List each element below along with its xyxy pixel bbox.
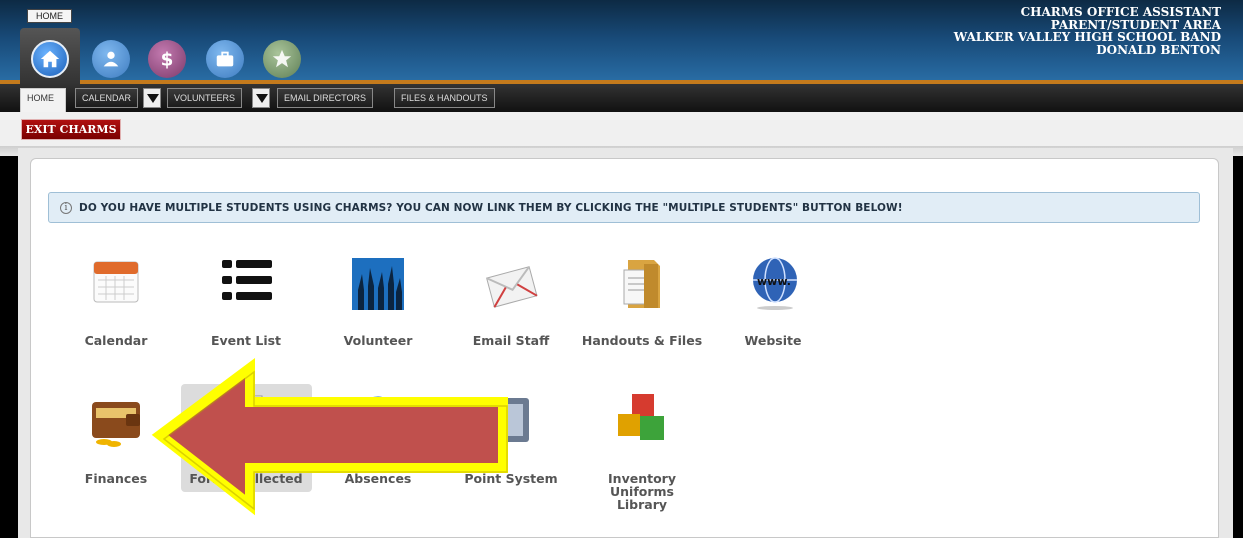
tile-label: Point System xyxy=(464,471,558,486)
tile-label: Absences xyxy=(344,471,412,486)
absences-icon xyxy=(350,392,406,448)
volunteers-dropdown-icon[interactable] xyxy=(252,88,270,108)
header-info-line: CHARMS OFFICE ASSISTANT xyxy=(1020,5,1221,19)
tab-email-directors[interactable]: EMAIL DIRECTORS xyxy=(277,88,374,108)
svg-text:www.: www. xyxy=(757,275,791,288)
tile-absences[interactable]: Absences xyxy=(313,390,443,490)
tile-finances[interactable]: Finances xyxy=(51,390,181,490)
folder-icon xyxy=(614,254,670,310)
tile-website[interactable]: www. Website xyxy=(708,252,838,352)
globe-icon: www. xyxy=(745,254,801,310)
tab-bar: HOME CALENDAR VOLUNTEERS EMAIL DIRECTORS… xyxy=(0,84,1243,112)
tab-files-handouts[interactable]: FILES & HANDOUTS xyxy=(394,88,495,108)
tile-label: Website xyxy=(744,333,802,348)
header-info-line: WALKER VALLEY HIGH SCHOOL BAND xyxy=(953,30,1221,44)
tile-volunteer[interactable]: Volunteer xyxy=(313,252,443,352)
tile-label: Forms Collected xyxy=(189,471,303,486)
list-icon xyxy=(218,252,274,308)
exit-row: EXIT CHARMS xyxy=(0,112,1243,146)
tab-home[interactable]: HOME xyxy=(20,88,66,112)
tile-label: Finances xyxy=(84,471,148,486)
exit-charms-button[interactable]: EXIT CHARMS xyxy=(21,119,121,140)
tab-calendar[interactable]: CALENDAR xyxy=(75,88,139,108)
tile-label: Inventory Uniforms Library xyxy=(608,471,676,512)
tile-label: Calendar xyxy=(84,333,148,348)
header-bar: HOME $ CHARMS OFFICE ASSISTANT PARENT/ST… xyxy=(0,0,1243,84)
tile-point-system[interactable]: Point System xyxy=(446,390,576,490)
header-info-line: DONALD BENTON xyxy=(1096,42,1221,57)
briefcase-icon[interactable] xyxy=(206,40,244,78)
tile-label: Email Staff xyxy=(472,333,550,348)
tile-email-staff[interactable]: Email Staff xyxy=(446,252,576,352)
tile-label: Volunteer xyxy=(343,333,413,348)
calendar-icon xyxy=(88,252,144,308)
home-tooltip: HOME xyxy=(27,9,72,23)
tile-event-list[interactable]: Event List xyxy=(181,252,311,352)
calendar-dropdown-icon[interactable] xyxy=(143,88,161,108)
tile-label: Event List xyxy=(210,333,282,348)
wallet-icon xyxy=(88,392,144,448)
info-icon: i xyxy=(60,202,72,214)
tile-inventory[interactable]: Inventory Uniforms Library xyxy=(577,390,707,520)
notice-text: DO YOU HAVE MULTIPLE STUDENTS USING CHAR… xyxy=(79,202,903,214)
tile-calendar[interactable]: Calendar xyxy=(51,252,181,352)
account-info: CHARMS OFFICE ASSISTANT PARENT/STUDENT A… xyxy=(954,6,1221,56)
home-icon[interactable] xyxy=(31,40,69,78)
svg-text:$: $ xyxy=(161,49,174,70)
person-icon[interactable] xyxy=(92,40,130,78)
tile-handouts-files[interactable]: Handouts & Files xyxy=(577,252,707,352)
tab-volunteers[interactable]: VOLUNTEERS xyxy=(167,88,243,108)
tile-forms-collected[interactable]: Forms Collected xyxy=(181,390,311,490)
page: HOME $ CHARMS OFFICE ASSISTANT PARENT/ST… xyxy=(0,0,1243,538)
boxes-icon xyxy=(614,390,670,446)
point-system-icon xyxy=(483,392,539,448)
envelope-icon xyxy=(483,254,539,310)
volunteer-icon xyxy=(350,254,406,310)
forms-icon xyxy=(218,392,274,448)
dollar-icon[interactable]: $ xyxy=(148,40,186,78)
star-icon[interactable] xyxy=(263,40,301,78)
tile-label: Handouts & Files xyxy=(581,333,703,348)
info-notice: i DO YOU HAVE MULTIPLE STUDENTS USING CH… xyxy=(48,192,1200,223)
